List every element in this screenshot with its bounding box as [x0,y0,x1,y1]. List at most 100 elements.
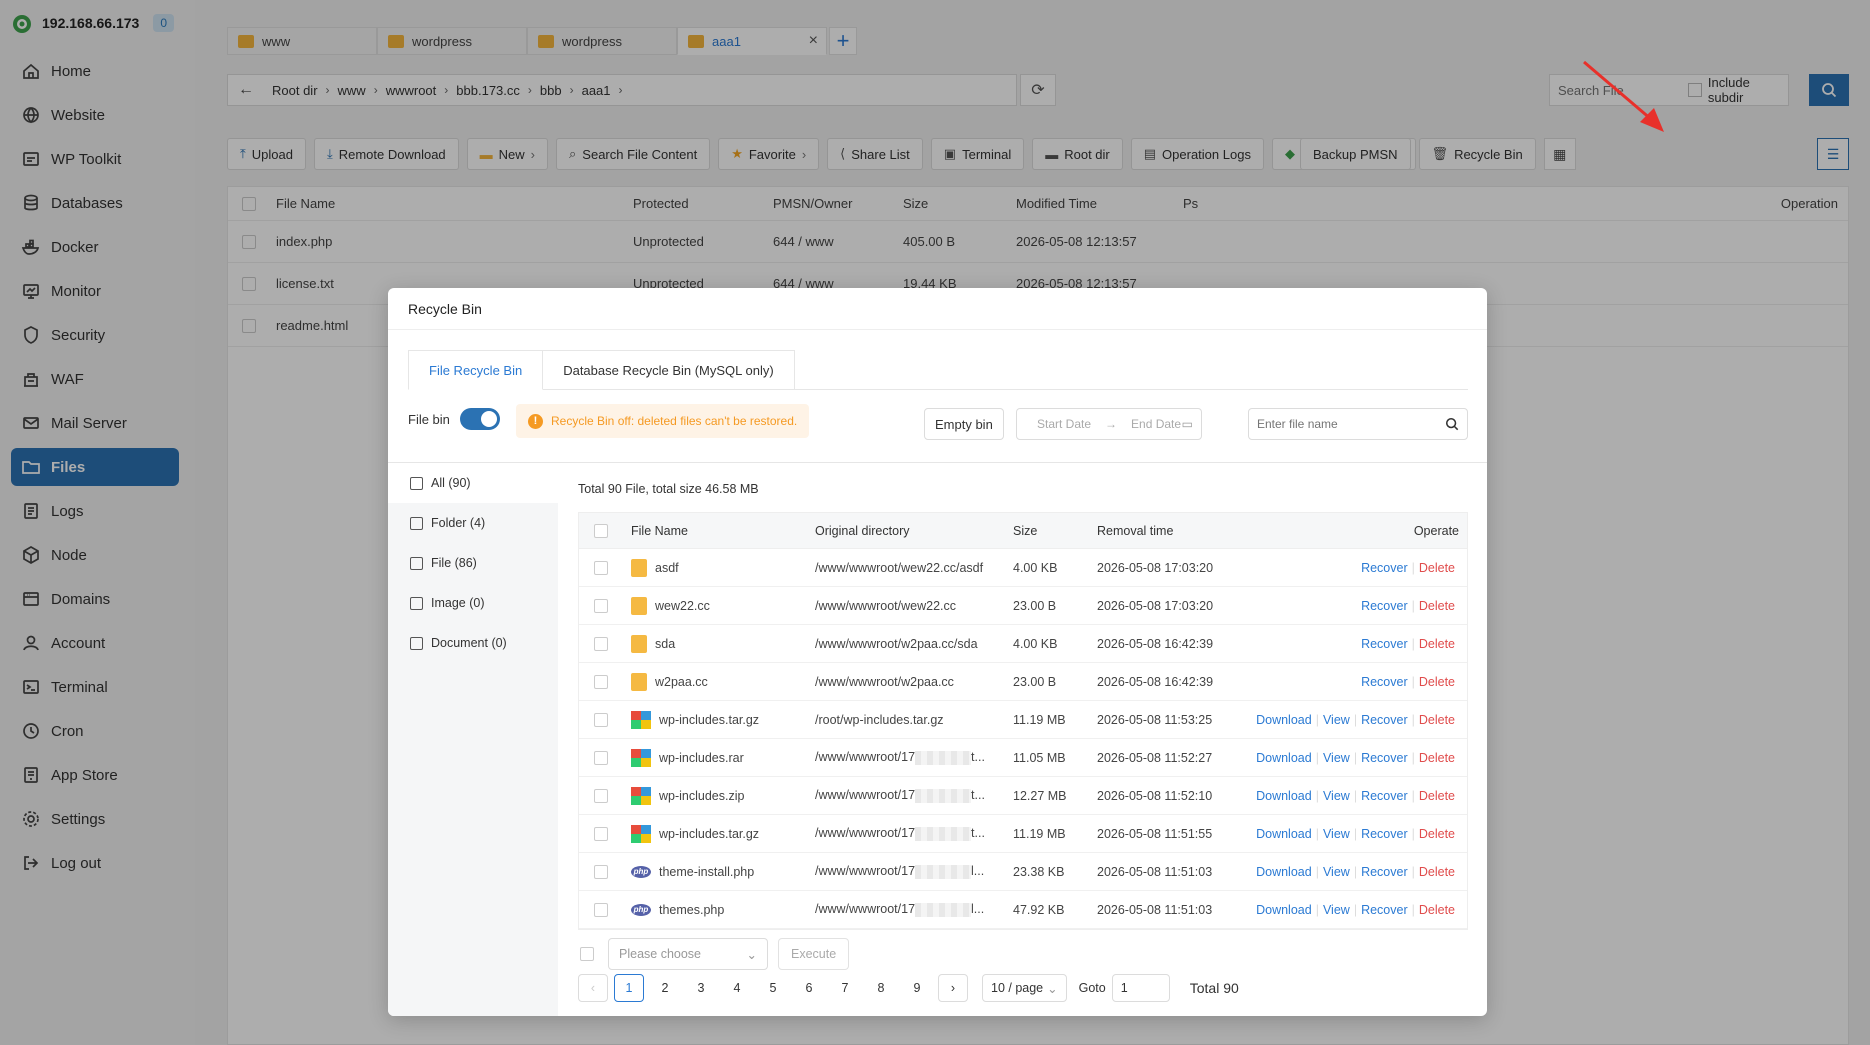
recover-button[interactable]: Recover [1357,599,1412,613]
file-name-cell: wp-includes.zip [631,786,744,805]
table-row[interactable]: w2paa.cc/www/wwwroot/w2paa.cc 23.00 B 2026… [579,663,1467,701]
recover-button[interactable]: Recover [1357,675,1412,689]
start-date-input[interactable]: Start Date [1037,417,1091,431]
row-checkbox[interactable] [594,674,608,689]
tab-database-recycle-bin[interactable]: Database Recycle Bin (MySQL only) [543,350,795,390]
view-button[interactable]: View [1319,713,1354,727]
table-row[interactable]: sda/www/wwwroot/w2paa.cc/sda 4.00 KB 2026-… [579,625,1467,663]
page-7-button[interactable]: 7 [830,974,860,1002]
file-bin-toggle[interactable] [459,408,500,430]
folder-icon [410,516,423,530]
recycle-table: File Name Original directory Size Remova… [578,512,1468,930]
row-checkbox[interactable] [594,750,608,765]
goto-input[interactable]: 1 [1111,974,1170,1002]
download-button[interactable]: Download [1252,903,1316,917]
select-all-checkbox[interactable] [594,523,608,538]
delete-button[interactable]: Delete [1415,637,1459,651]
category-file[interactable]: File (86) [388,543,558,583]
empty-bin-button[interactable]: Empty bin [924,408,1004,440]
recover-button[interactable]: Recover [1357,865,1412,879]
prev-page-button[interactable]: ‹ [578,974,608,1002]
delete-button[interactable]: Delete [1415,713,1459,727]
table-row[interactable]: php theme-install.php/www/wwwroot/17 l... 2… [579,853,1467,891]
page-3-button[interactable]: 3 [686,974,716,1002]
page-size-select[interactable]: 10 / page ⌄ [982,974,1067,1002]
row-checkbox[interactable] [594,864,608,879]
file-name-search-input[interactable] [1257,417,1445,431]
row-checkbox[interactable] [594,636,608,651]
page-6-button[interactable]: 6 [794,974,824,1002]
recover-button[interactable]: Recover [1357,561,1412,575]
recover-button[interactable]: Recover [1357,713,1412,727]
view-button[interactable]: View [1319,827,1354,841]
delete-button[interactable]: Delete [1415,599,1459,613]
row-checkbox[interactable] [594,902,608,917]
view-button[interactable]: View [1319,865,1354,879]
row-checkbox[interactable] [594,560,608,575]
original-directory: /www/wwwroot/17 t... [815,788,985,803]
recover-button[interactable]: Recover [1357,903,1412,917]
bulk-select-checkbox[interactable] [580,947,594,961]
table-row[interactable]: php themes.php/www/wwwroot/17 l... 47.92 KB… [579,891,1467,929]
row-checkbox[interactable] [594,826,608,841]
delete-button[interactable]: Delete [1415,865,1459,879]
page-9-button[interactable]: 9 [902,974,932,1002]
table-row[interactable]: wp-includes.tar.gz/www/wwwroot/17 t... 11.… [579,815,1467,853]
original-dir-text: /www/wwwroot/17 [815,788,916,803]
delete-button[interactable]: Delete [1415,751,1459,765]
file-size: 11.05 MB [1013,750,1066,765]
row-checkbox[interactable] [594,712,608,727]
next-page-button[interactable]: › [938,974,968,1002]
page-4-button[interactable]: 4 [722,974,752,1002]
delete-button[interactable]: Delete [1415,827,1459,841]
page-1-button[interactable]: 1 [614,974,644,1002]
view-button[interactable]: View [1319,789,1354,803]
recover-button[interactable]: Recover [1357,637,1412,651]
original-dir-text: /www/wwwroot/17 [815,826,916,841]
row-operations: Download | View | Recover | Delete [1252,865,1459,879]
category-all[interactable]: All (90) [388,463,558,503]
execute-button[interactable]: Execute [778,938,850,970]
view-button[interactable]: View [1319,751,1354,765]
category-folder[interactable]: Folder (4) [388,503,558,543]
category-document[interactable]: Document (0) [388,623,558,663]
file-search [1248,408,1468,440]
original-dir-end: l... [971,902,985,917]
page-8-button[interactable]: 8 [866,974,896,1002]
table-row[interactable]: wp-includes.rar/www/wwwroot/17 t... 11.05 … [579,739,1467,777]
file-name: wp-includes.tar.gz [659,712,760,727]
download-button[interactable]: Download [1252,789,1316,803]
table-row[interactable]: asdf/www/wwwroot/wew22.cc/asdf 4.00 KB 202… [579,549,1467,587]
original-dir-end: l... [971,864,985,879]
grid-icon [410,476,423,490]
row-checkbox[interactable] [594,598,608,613]
row-checkbox[interactable] [594,788,608,803]
recover-button[interactable]: Recover [1357,789,1412,803]
download-button[interactable]: Download [1252,827,1316,841]
delete-button[interactable]: Delete [1415,789,1459,803]
delete-button[interactable]: Delete [1415,561,1459,575]
view-button[interactable]: View [1319,903,1354,917]
bulk-action-select[interactable]: Please choose ⌄ [608,938,768,970]
table-row[interactable]: wp-includes.zip/www/wwwroot/17 t... 12.27 … [579,777,1467,815]
download-button[interactable]: Download [1252,751,1316,765]
original-directory: /www/wwwroot/17 l... [815,864,984,879]
recover-button[interactable]: Recover [1357,827,1412,841]
tab-file-recycle-bin[interactable]: File Recycle Bin [408,350,544,390]
file-name-cell: php theme-install.php [631,865,754,879]
original-dir-text: /www/wwwroot/17 [815,864,916,879]
delete-button[interactable]: Delete [1415,903,1459,917]
category-image[interactable]: Image (0) [388,583,558,623]
table-row[interactable]: wew22.cc/www/wwwroot/wew22.cc 23.00 B 2026… [579,587,1467,625]
download-button[interactable]: Download [1252,865,1316,879]
page-2-button[interactable]: 2 [650,974,680,1002]
file-size: 4.00 KB [1013,560,1058,575]
table-row[interactable]: wp-includes.tar.gz/root/wp-includes.tar.… [579,701,1467,739]
search-icon[interactable] [1445,417,1459,431]
page-5-button[interactable]: 5 [758,974,788,1002]
end-date-input[interactable]: End Date [1131,417,1181,431]
recover-button[interactable]: Recover [1357,751,1412,765]
original-directory: /www/wwwroot/17 t... [815,826,985,841]
delete-button[interactable]: Delete [1415,675,1459,689]
download-button[interactable]: Download [1252,713,1316,727]
